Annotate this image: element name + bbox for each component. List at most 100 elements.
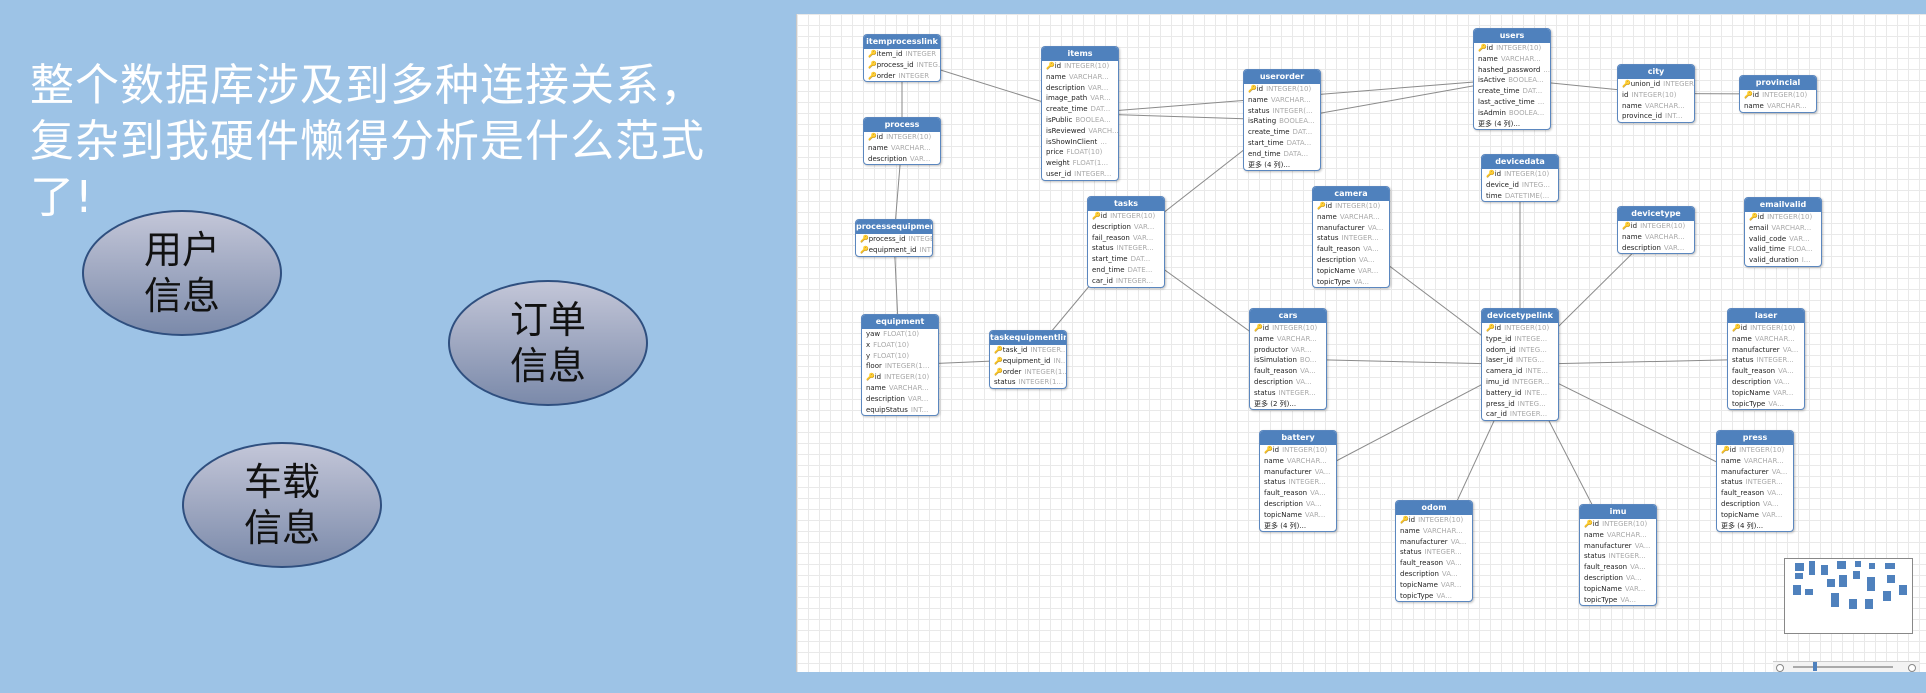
table-field[interactable]: 🔑id INTEGER(10)	[1260, 445, 1336, 456]
table-field[interactable]: x FLOAT(10)	[862, 340, 938, 351]
table-field[interactable]: 🔑id INTEGER(10)	[1717, 445, 1793, 456]
table-field[interactable]: name VARCHAR...	[1580, 530, 1656, 541]
table-title[interactable]: camera	[1313, 187, 1389, 201]
table-tasks[interactable]: tasks 🔑id INTEGER(10) description VAR... fail…	[1087, 196, 1165, 288]
table-field[interactable]: 🔑id INTEGER(10)	[1618, 221, 1694, 232]
table-field[interactable]: valid_time FLOA...	[1745, 244, 1821, 255]
table-field[interactable]: car_id INTEGER...	[1088, 276, 1164, 287]
table-title[interactable]: equipment	[862, 315, 938, 329]
table-field[interactable]: status INTEGER...	[1313, 233, 1389, 244]
table-emailvalid[interactable]: emailvalid 🔑id INTEGER(10) email VARCHAR... v…	[1744, 197, 1822, 267]
table-field[interactable]: 🔑id INTEGER(10)	[1088, 211, 1164, 222]
table-title[interactable]: process	[864, 118, 940, 132]
table-field[interactable]: status INTEGER...	[1260, 477, 1336, 488]
table-field[interactable]: name VARCHAR...	[1618, 101, 1694, 112]
table-field[interactable]: valid_code VAR...	[1745, 234, 1821, 245]
er-diagram-canvas[interactable]: itemprocesslink 🔑item_id INTEGER 🔑process_i…	[796, 14, 1926, 672]
table-devicetypelink[interactable]: devicetypelink 🔑id INTEGER(10) type_id INTEG…	[1481, 308, 1559, 422]
table-field[interactable]: topicName VAR...	[1717, 510, 1793, 521]
table-field[interactable]: press_id INTEG...	[1482, 399, 1558, 410]
table-field[interactable]: topicName VAR...	[1580, 584, 1656, 595]
table-field[interactable]: car_id INTEGER...	[1482, 409, 1558, 420]
table-title[interactable]: imu	[1580, 505, 1656, 519]
table-field[interactable]: topicName VAR...	[1728, 388, 1804, 399]
table-field[interactable]: time DATETIME(...	[1482, 191, 1558, 202]
table-field[interactable]: name VARCHAR...	[1618, 232, 1694, 243]
table-title[interactable]: processequipmentlink	[856, 220, 932, 234]
table-field[interactable]: 🔑id INTEGER(10)	[1728, 323, 1804, 334]
table-field[interactable]: topicType VA...	[1396, 591, 1472, 602]
table-title[interactable]: items	[1042, 47, 1118, 61]
table-title[interactable]: itemprocesslink	[864, 35, 940, 49]
table-process[interactable]: process 🔑id INTEGER(10) name VARCHAR... descr…	[863, 117, 941, 166]
table-field[interactable]: 🔑id INTEGER(10)	[1580, 519, 1656, 530]
table-processequipmentlink[interactable]: processequipmentlink🔑process_idINTEGER..…	[855, 219, 933, 257]
table-title[interactable]: taskequipmentlink	[990, 331, 1066, 345]
table-field[interactable]: status INTEGER(...	[1244, 106, 1320, 117]
table-field[interactable]: battery_id INTE...	[1482, 388, 1558, 399]
table-itemprocesslink[interactable]: itemprocesslink 🔑item_id INTEGER 🔑process_i…	[863, 34, 941, 83]
table-field[interactable]: topicName VAR...	[1396, 580, 1472, 591]
table-field[interactable]: name VARCHAR...	[862, 383, 938, 394]
table-taskequipmentlink[interactable]: taskequipmentlink 🔑task_id INTEGER... 🔑equi…	[989, 330, 1067, 390]
table-field[interactable]: user_id INTEGER...	[1042, 169, 1118, 180]
table-field[interactable]: 🔑id INTEGER(10)	[1482, 169, 1558, 180]
table-field[interactable]: isReviewed VARCH...	[1042, 126, 1118, 137]
table-cars[interactable]: cars 🔑id INTEGER(10) name VARCHAR... producto…	[1249, 308, 1327, 411]
table-field[interactable]: start_time DAT...	[1088, 254, 1164, 265]
table-field[interactable]: productor VAR...	[1250, 345, 1326, 356]
table-title[interactable]: devicedata	[1482, 155, 1558, 169]
table-field[interactable]: 🔑order INTEGER(1...	[990, 367, 1066, 378]
table-field[interactable]: odom_id INTEG...	[1482, 345, 1558, 356]
table-field[interactable]: 🔑id INTEGER(10)	[1313, 201, 1389, 212]
table-field[interactable]: 🔑id INTEGER(10)	[1740, 90, 1816, 101]
table-field[interactable]: create_time DAT...	[1042, 104, 1118, 115]
table-field[interactable]: yaw FLOAT(10)	[862, 329, 938, 340]
table-devicedata[interactable]: devicedata 🔑id INTEGER(10) device_id INTEG..…	[1481, 154, 1559, 203]
table-field[interactable]: name VARCHAR...	[1313, 212, 1389, 223]
table-title[interactable]: odom	[1396, 501, 1472, 515]
table-field[interactable]: description VA...	[1580, 573, 1656, 584]
table-field[interactable]: topicName VAR...	[1260, 510, 1336, 521]
zoom-slider-knob[interactable]	[1813, 662, 1817, 671]
table-field[interactable]: 🔑item_id INTEGER	[864, 49, 940, 60]
table-field[interactable]: 🔑id INTEGER(10)	[1474, 43, 1550, 54]
zoom-in-icon[interactable]	[1908, 664, 1916, 672]
table-field[interactable]: create_time DAT...	[1474, 86, 1550, 97]
table-field[interactable]: email VARCHAR...	[1745, 223, 1821, 234]
table-field[interactable]: province_id INT...	[1618, 111, 1694, 122]
table-field[interactable]: name VARCHAR...	[1396, 526, 1472, 537]
table-field[interactable]: id INTEGER(10)	[1618, 90, 1694, 101]
table-field[interactable]: end_time DATA...	[1244, 149, 1320, 160]
table-field[interactable]: isSimulation BO...	[1250, 355, 1326, 366]
table-camera[interactable]: camera 🔑id INTEGER(10) name VARCHAR... manufa…	[1312, 186, 1390, 289]
table-field[interactable]: 🔑process_idINTEGER...	[856, 234, 932, 245]
table-field[interactable]: manufacturer VA...	[1260, 467, 1336, 478]
table-title[interactable]: userorder	[1244, 70, 1320, 84]
table-field[interactable]: isPublic BOOLEA...	[1042, 115, 1118, 126]
table-field[interactable]: 更多 (4 列)...	[1244, 160, 1320, 171]
table-field[interactable]: description VA...	[1728, 377, 1804, 388]
table-field[interactable]: description VAR...	[1088, 222, 1164, 233]
table-title[interactable]: devicetype	[1618, 207, 1694, 221]
table-field[interactable]: isAdmin BOOLEA...	[1474, 108, 1550, 119]
minimap[interactable]	[1784, 558, 1913, 634]
table-field[interactable]: isActive BOOLEA...	[1474, 75, 1550, 86]
table-field[interactable]: device_id INTEG...	[1482, 180, 1558, 191]
table-field[interactable]: camera_id INTE...	[1482, 366, 1558, 377]
table-field[interactable]: 🔑order INTEGER	[864, 71, 940, 82]
table-field[interactable]: fault_reason VA...	[1396, 558, 1472, 569]
table-field[interactable]: image_path VAR...	[1042, 93, 1118, 104]
table-battery[interactable]: battery 🔑id INTEGER(10) name VARCHAR... manuf…	[1259, 430, 1337, 533]
table-field[interactable]: description VAR...	[862, 394, 938, 405]
table-field[interactable]: manufacturer VA...	[1396, 537, 1472, 548]
table-field[interactable]: 🔑id INTEGER(10)	[1250, 323, 1326, 334]
table-field[interactable]: 🔑equipment_idIN...	[990, 356, 1066, 367]
table-field[interactable]: status INTEGER...	[1396, 547, 1472, 558]
table-field[interactable]: 🔑id INTEGER(10)	[1042, 61, 1118, 72]
table-field[interactable]: name VARCHAR...	[1042, 72, 1118, 83]
table-field[interactable]: floor INTEGER(1...	[862, 361, 938, 372]
table-field[interactable]: fault_reason VA...	[1728, 366, 1804, 377]
table-users[interactable]: users 🔑id INTEGER(10) name VARCHAR... hashed_…	[1473, 28, 1551, 131]
table-city[interactable]: city🔑union_idINTEGER...idINTEGER(10)name…	[1617, 64, 1695, 124]
